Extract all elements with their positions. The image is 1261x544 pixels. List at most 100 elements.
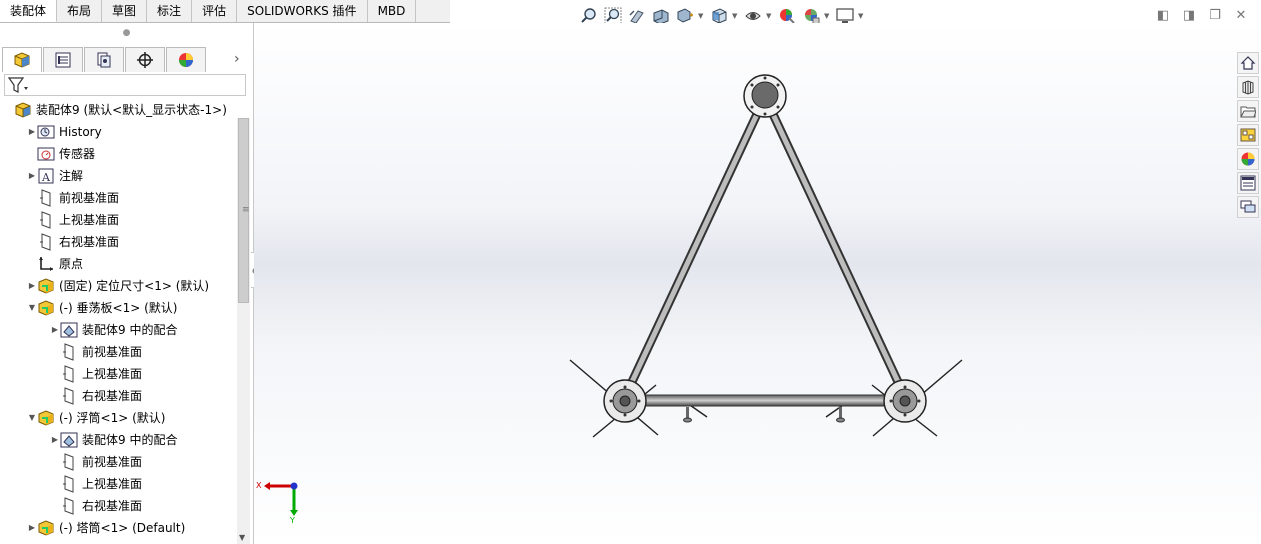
apply-scene-dropdown[interactable]: ▼ (824, 12, 832, 20)
tree-item-label: 前视基准面 (82, 345, 143, 359)
tree-item-label: 前视基准面 (59, 191, 120, 205)
display-style-dropdown[interactable]: ▼ (732, 12, 740, 20)
tile-left-icon[interactable]: ◧ (1155, 7, 1171, 23)
tree-item[interactable]: ▶ 装配体9 中的配合 (50, 319, 177, 341)
scroll-down-icon[interactable]: ▼ (239, 533, 245, 542)
tree-item[interactable]: 前视基准面 (27, 187, 119, 209)
sensor-icon (37, 145, 55, 163)
command-tab[interactable]: 布局 (57, 0, 103, 22)
plane-icon (37, 211, 55, 229)
design-library-icon (1242, 80, 1254, 95)
tree-item-label: 传感器 (59, 147, 96, 161)
tree-item[interactable]: 右视基准面 (50, 385, 142, 407)
task-pane-appearances[interactable] (1237, 148, 1259, 170)
graphics-viewport[interactable] (254, 23, 1261, 544)
tree-item[interactable]: 右视基准面 (50, 495, 142, 517)
tree-expander-icon[interactable]: ▼ (27, 407, 37, 429)
mates-icon (60, 431, 78, 449)
tree-item[interactable]: ▶ (固定) 定位尺寸<1> (默认) (27, 275, 209, 297)
tree-expander-icon[interactable]: ▶ (27, 121, 37, 143)
command-tab[interactable]: SOLIDWORKS 插件 (237, 0, 368, 22)
tree-item[interactable]: 装配体9 (默认<默认_显示状态-1>) (4, 99, 227, 121)
tree-expander-icon[interactable]: ▶ (27, 165, 37, 187)
tree-item-label: 上视基准面 (82, 367, 143, 381)
task-pane-custom-properties[interactable] (1237, 172, 1259, 194)
left-column (603, 379, 647, 423)
tree-expander-icon (50, 451, 60, 473)
tree-expander-icon[interactable]: ▶ (27, 275, 37, 297)
plane-icon (37, 233, 55, 251)
tree-expander-icon[interactable]: ▶ (50, 319, 60, 341)
hide-show-dropdown[interactable]: ▼ (766, 12, 774, 20)
task-pane-file-explorer[interactable] (1237, 100, 1259, 122)
tree-item[interactable]: 传感器 (27, 143, 95, 165)
command-tab[interactable]: 草图 (102, 0, 148, 22)
mates-icon (60, 321, 78, 339)
tree-item-label: 原点 (59, 257, 84, 271)
tree-item[interactable]: 上视基准面 (50, 363, 142, 385)
panel-tabs (2, 47, 207, 73)
tree-expander-icon (50, 385, 60, 407)
task-pane-design-library[interactable] (1237, 76, 1259, 98)
tree-item[interactable]: 上视基准面 (27, 209, 119, 231)
propertymanager-tab[interactable] (43, 47, 83, 72)
command-tab[interactable]: 评估 (192, 0, 238, 22)
configurationmanager-tab[interactable] (84, 47, 124, 72)
part-icon (37, 277, 55, 295)
chevron-right-icon[interactable]: › (234, 51, 240, 67)
tree-expander-icon (27, 231, 37, 253)
restore-window-icon[interactable]: ❐ (1207, 7, 1223, 23)
tree-expander-icon (27, 143, 37, 165)
featuremanager-panel: ● › 装配体9 (默认<默认_显示状态-1>) ▶ History 传感器 ▶ A 注解前… (0, 23, 254, 544)
brace-members (619, 92, 911, 407)
plane-icon (60, 475, 78, 493)
tree-item[interactable]: ▶ 装配体9 中的配合 (50, 429, 177, 451)
tree-item[interactable]: ▼ (-) 浮筒<1> (默认) (27, 407, 165, 429)
tree-expander-icon[interactable]: ▼ (27, 297, 37, 319)
window-controls: ◧ ◨ ❐ ✕ (1155, 7, 1249, 23)
plane-icon (60, 343, 78, 361)
tree-scrollbar[interactable]: ≡ ▼ (237, 118, 250, 544)
tree-item[interactable]: ▼ (-) 垂荡板<1> (默认) (27, 297, 177, 319)
task-pane-view-palette[interactable] (1237, 124, 1259, 146)
tree-expander-icon (50, 495, 60, 517)
tree-item-label: 右视基准面 (82, 389, 143, 403)
scrollbar-thumb[interactable]: ≡ (238, 118, 250, 303)
tree-expander-icon[interactable]: ▶ (50, 429, 60, 451)
command-tab[interactable]: 装配体 (0, 0, 58, 22)
task-pane-resources[interactable] (1237, 52, 1259, 74)
featuremanager-tab[interactable] (2, 47, 42, 72)
part-icon (37, 299, 55, 317)
plane-icon (60, 453, 78, 471)
tree-item-label: (-) 浮筒<1> (默认) (59, 411, 166, 425)
tree-expander-icon (50, 473, 60, 495)
close-window-icon[interactable]: ✕ (1233, 7, 1249, 23)
forum-icon (1240, 200, 1256, 213)
panel-grip-icon[interactable]: ● (0, 23, 253, 43)
command-tab[interactable]: 标注 (147, 0, 193, 22)
command-tab[interactable]: MBD (368, 0, 417, 22)
view-settings-dropdown[interactable]: ▼ (858, 12, 866, 20)
tree-item[interactable]: 原点 (27, 253, 83, 275)
tree-item-label: 前视基准面 (82, 455, 143, 469)
tree-item[interactable]: ▶ A 注解 (27, 165, 83, 187)
tree-expander-icon (50, 363, 60, 385)
displaymanager-tab[interactable] (166, 47, 206, 72)
tree-item[interactable]: 前视基准面 (50, 451, 142, 473)
plane-icon (60, 365, 78, 383)
task-pane (1237, 52, 1261, 218)
tree-item[interactable]: ▶ (-) 塔筒<1> (Default) (27, 517, 185, 539)
tree-item[interactable]: 上视基准面 (50, 473, 142, 495)
tree-expander-icon[interactable]: ▶ (27, 517, 37, 539)
appearances-icon (1241, 152, 1255, 166)
view-orientation-dropdown[interactable]: ▼ (698, 12, 706, 20)
tree-item[interactable]: ▶ History (27, 121, 102, 143)
tree-filter[interactable] (4, 74, 246, 96)
tree-expander-icon (4, 99, 14, 121)
tile-right-icon[interactable]: ◨ (1181, 7, 1197, 23)
task-pane-forum[interactable] (1237, 196, 1259, 218)
dimxpert-tab[interactable] (125, 47, 165, 72)
tree-item[interactable]: 前视基准面 (50, 341, 142, 363)
tree-item[interactable]: 右视基准面 (27, 231, 119, 253)
part-icon (37, 409, 55, 427)
